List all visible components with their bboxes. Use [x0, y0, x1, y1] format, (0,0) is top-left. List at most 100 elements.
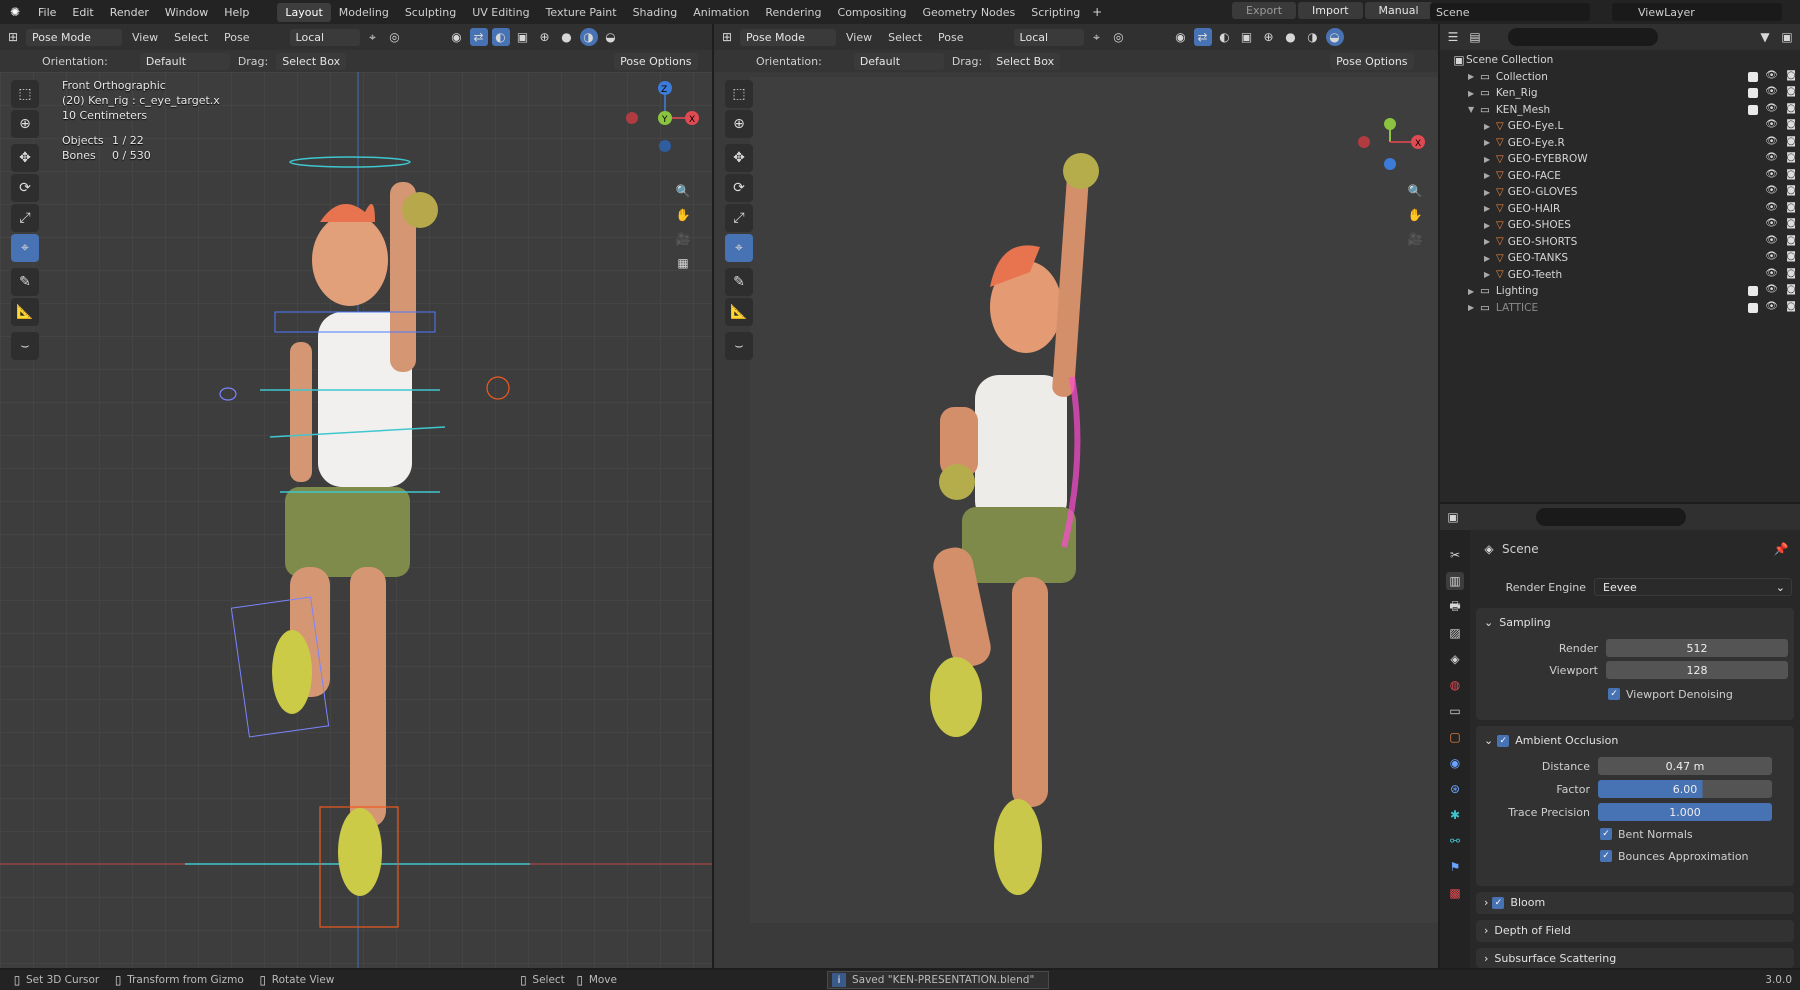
tab-geometry-nodes[interactable]: Geometry Nodes [914, 3, 1023, 22]
outliner-item[interactable]: ▶ ▭ Lighting 👁 ◙ [1452, 283, 1800, 300]
exclude-checkbox[interactable] [1748, 104, 1758, 115]
bent-normals-checkbox[interactable]: ✓ Bent Normals [1476, 823, 1794, 845]
exclude-checkbox[interactable] [1748, 88, 1758, 98]
depth-of-field-panel[interactable]: › Depth of Field [1476, 920, 1794, 942]
editor-type-icon[interactable]: ⊞ [718, 28, 736, 46]
render-camera-icon[interactable]: ◙ [1786, 136, 1796, 147]
render-camera-icon[interactable]: ◙ [1786, 70, 1796, 81]
expand-right-icon[interactable]: ▶ [1484, 155, 1496, 164]
visibility-eye-icon[interactable]: 👁 [1765, 202, 1778, 213]
menu-select[interactable]: Select [882, 31, 928, 44]
outliner-search-input[interactable] [1508, 28, 1658, 46]
right-viewport[interactable]: ⊞ Pose Mode View Select Pose Local ⌖ ◎ ◉… [714, 24, 1438, 968]
camera-icon[interactable]: 🎥 [1406, 230, 1424, 248]
proportional-icon[interactable]: ◎ [1110, 28, 1128, 46]
cursor-tool-icon[interactable]: ⊕ [725, 110, 753, 138]
editor-type-icon[interactable]: ⊞ [4, 28, 22, 46]
collection-tab-icon[interactable]: ▭ [1446, 702, 1464, 720]
expand-down-icon[interactable]: ▼ [1468, 105, 1480, 114]
transform-tool-icon[interactable]: ⌖ [725, 234, 753, 262]
expand-right-icon[interactable]: ▶ [1484, 171, 1496, 180]
menu-edit[interactable]: Edit [64, 6, 101, 19]
visibility-eye-icon[interactable]: 👁 [1765, 119, 1778, 130]
expand-right-icon[interactable]: ▶ [1484, 237, 1496, 246]
outliner-item[interactable]: ▶ ▽ GEO-SHORTS 👁 ◙ [1452, 234, 1800, 251]
transform-dropdown[interactable]: Local [289, 28, 360, 46]
viewport-denoising-checkbox[interactable]: ✓ Viewport Denoising [1476, 683, 1794, 705]
scene-tab-icon[interactable]: ◈ [1446, 650, 1464, 668]
expand-right-icon[interactable]: ▶ [1484, 254, 1496, 263]
tab-compositing[interactable]: Compositing [830, 3, 915, 22]
ortho-grid-icon[interactable]: ▦ [674, 254, 692, 272]
measure-tool-icon[interactable]: 📐 [725, 298, 753, 326]
pose-options-dropdown[interactable]: Pose Options [1330, 52, 1414, 70]
ao-trace-precision-slider[interactable]: 1.000 [1598, 803, 1772, 821]
scene-selector[interactable]: Scene [1430, 3, 1590, 21]
tab-animation[interactable]: Animation [685, 3, 757, 22]
render-camera-icon[interactable]: ◙ [1786, 218, 1796, 229]
visibility-eye-icon[interactable]: 👁 [1765, 268, 1778, 279]
visibility-eye-icon[interactable]: 👁 [1765, 284, 1778, 295]
bend-tool-icon[interactable]: ⌣ [725, 332, 753, 360]
select-box-tool-icon[interactable]: ⬚ [725, 80, 753, 108]
render-camera-icon[interactable]: ◙ [1786, 103, 1796, 114]
exclude-checkbox[interactable] [1748, 71, 1758, 82]
sampling-viewport-field[interactable]: 128 [1606, 661, 1788, 679]
expand-right-icon[interactable]: ▶ [1468, 89, 1480, 98]
shading-rendered-icon[interactable]: ◒ [602, 28, 620, 46]
tab-layout[interactable]: Layout [277, 2, 331, 22]
texture-tab-icon[interactable]: ▩ [1446, 884, 1464, 902]
visibility-eye-icon[interactable]: 👁 [1765, 70, 1778, 81]
render-camera-icon[interactable]: ◙ [1786, 185, 1796, 196]
expand-right-icon[interactable]: ▶ [1468, 72, 1480, 81]
xray-icon[interactable]: ▣ [1238, 28, 1256, 46]
move-tool-icon[interactable]: ✥ [11, 144, 39, 172]
output-tab-icon[interactable]: 🖶 [1446, 598, 1464, 616]
expand-right-icon[interactable]: ▶ [1484, 221, 1496, 230]
shading-solid-icon[interactable]: ● [558, 28, 576, 46]
expand-right-icon[interactable]: ▶ [1484, 270, 1496, 279]
bend-tool-icon[interactable]: ⌣ [11, 332, 39, 360]
render-tab-icon[interactable]: ▥ [1446, 572, 1464, 590]
modifier-tab-icon[interactable]: ◉ [1446, 754, 1464, 772]
sampling-render-field[interactable]: 512 [1606, 639, 1788, 657]
cursor-tool-icon[interactable]: ⊕ [11, 110, 39, 138]
snap-icon[interactable]: ⌖ [364, 28, 382, 46]
menu-view[interactable]: View [126, 31, 164, 44]
orientation-dropdown[interactable]: Default [853, 52, 944, 70]
expand-right-icon[interactable]: ▶ [1468, 303, 1480, 312]
render-camera-icon[interactable]: ◙ [1786, 152, 1796, 163]
ao-distance-field[interactable]: 0.47 m [1598, 757, 1772, 775]
render-camera-icon[interactable]: ◙ [1786, 301, 1796, 312]
tab-sculpting[interactable]: Sculpting [397, 3, 464, 22]
view-layer-tab-icon[interactable]: ▨ [1446, 624, 1464, 642]
sampling-header[interactable]: ⌄ Sampling [1476, 608, 1794, 637]
add-workspace-icon[interactable]: + [1088, 3, 1106, 21]
ao-factor-slider[interactable]: 6.00 [1598, 780, 1772, 798]
menu-file[interactable]: File [30, 6, 64, 19]
proportional-icon[interactable]: ◎ [386, 28, 404, 46]
render-camera-icon[interactable]: ◙ [1786, 284, 1796, 295]
menu-pose[interactable]: Pose [932, 31, 969, 44]
menu-view[interactable]: View [840, 31, 878, 44]
gizmo-icon[interactable]: ⇄ [1193, 28, 1212, 46]
render-camera-icon[interactable]: ◙ [1786, 235, 1796, 246]
annotate-tool-icon[interactable]: ✎ [11, 268, 39, 296]
shading-material-icon[interactable]: ◑ [579, 28, 598, 46]
gizmo-icon[interactable]: ⇄ [469, 28, 488, 46]
subsurface-scattering-panel[interactable]: › Subsurface Scattering [1476, 948, 1794, 968]
orientation-dropdown[interactable]: Default [139, 52, 230, 70]
zoom-icon[interactable]: 🔍 [674, 182, 692, 200]
mode-dropdown[interactable]: Pose Mode [26, 28, 122, 46]
shading-wire-icon[interactable]: ⊕ [1260, 28, 1278, 46]
visibility-eye-icon[interactable]: 👁 [1765, 103, 1778, 114]
annotate-tool-icon[interactable]: ✎ [725, 268, 753, 296]
scale-tool-icon[interactable]: ⤢ [725, 204, 753, 232]
particles-tab-icon[interactable]: ⊛ [1446, 780, 1464, 798]
left-viewport[interactable]: ⊞ Pose Mode View Select Pose Local ⌖ ◎ ◉… [0, 24, 712, 968]
drag-dropdown[interactable]: Select Box [990, 52, 1061, 70]
outliner-item[interactable]: ▶ ▽ GEO-HAIR 👁 ◙ [1452, 201, 1800, 218]
ao-enable-checkbox[interactable]: ✓ [1497, 734, 1510, 747]
physics-tab-icon[interactable]: ✱ [1446, 806, 1464, 824]
new-collection-icon[interactable]: ▣ [1778, 28, 1796, 46]
